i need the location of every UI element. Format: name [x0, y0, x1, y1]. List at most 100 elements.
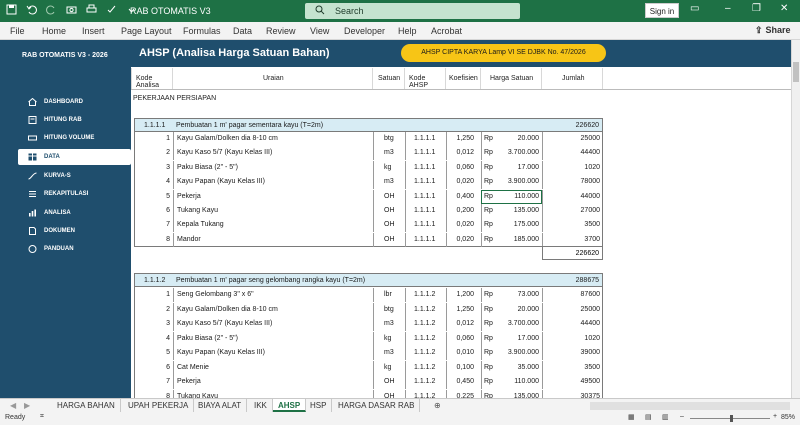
zoom-slider-handle[interactable] [730, 415, 733, 422]
row-unit-price[interactable]: 20.000 [518, 135, 539, 142]
row-number[interactable]: 7 [166, 221, 170, 228]
row-unit-price[interactable]: 175.000 [514, 221, 539, 228]
row-currency[interactable]: Rp [484, 149, 493, 156]
table-row[interactable]: 2 Kayu Kaso 5/7 (Kayu Kelas III) m3 1.1.1.1… [134, 146, 603, 161]
row-description[interactable]: Kepala Tukang [177, 221, 224, 228]
row-coefficient[interactable]: 1,250 [456, 306, 474, 313]
row-coefficient[interactable]: 0,400 [456, 193, 474, 200]
undo-icon[interactable] [26, 4, 38, 16]
row-number[interactable]: 4 [166, 335, 170, 342]
row-unit[interactable]: OH [384, 207, 395, 214]
row-coefficient[interactable]: 0,020 [456, 178, 474, 185]
tab-data[interactable]: Data [233, 26, 252, 36]
row-unit[interactable]: m3 [384, 149, 394, 156]
row-amount[interactable]: 49500 [581, 378, 600, 385]
zoom-level[interactable]: 85% [781, 414, 795, 421]
tab-view[interactable]: View [310, 26, 329, 36]
row-number[interactable]: 1 [166, 135, 170, 142]
row-unit-price[interactable]: 135.000 [514, 207, 539, 214]
row-ahsp-code[interactable]: 1.1.1.1 [414, 236, 435, 243]
row-coefficient[interactable]: 0,450 [456, 378, 474, 385]
row-currency[interactable]: Rp [484, 178, 493, 185]
sign-in-button[interactable]: Sign in [645, 3, 679, 18]
row-amount[interactable]: 39000 [581, 349, 600, 356]
page-break-view-icon[interactable]: ▥ [662, 413, 669, 421]
sidebar-item-analisa[interactable]: ANALISA [18, 205, 131, 221]
row-number[interactable]: 2 [166, 149, 170, 156]
sidebar-item-data[interactable]: DATA [18, 149, 131, 165]
tab-home[interactable]: Home [42, 26, 66, 36]
tab-developer[interactable]: Developer [344, 26, 385, 36]
add-sheet-icon[interactable]: ⊕ [434, 401, 441, 410]
group-total[interactable]: 226620 [542, 246, 603, 260]
sidebar-item-panduan[interactable]: PANDUAN [18, 241, 131, 257]
tab-formulas[interactable]: Formulas [183, 26, 221, 36]
sheet-tab-harga-dasar-rab[interactable]: HARGA DASAR RAB [333, 399, 421, 412]
row-amount[interactable]: 3700 [584, 236, 600, 243]
analysis-group-header[interactable]: 1.1.1.1 Pembuatan 1 m' pagar sementara k… [134, 118, 603, 132]
row-amount[interactable]: 78000 [581, 178, 600, 185]
row-description[interactable]: Mandor [177, 236, 201, 243]
row-description[interactable]: Pekerja [177, 193, 201, 200]
row-coefficient[interactable]: 0,060 [456, 335, 474, 342]
row-ahsp-code[interactable]: 1.1.1.2 [414, 306, 435, 313]
row-currency[interactable]: Rp [484, 236, 493, 243]
tab-acrobat[interactable]: Acrobat [431, 26, 462, 36]
row-unit[interactable]: lbr [384, 291, 392, 298]
table-row[interactable]: 6 Cat Menie kg 1.1.1.2 0,100 Rp 35.000 3500 [134, 360, 603, 375]
spellcheck-icon[interactable] [106, 4, 118, 16]
row-currency[interactable]: Rp [484, 291, 493, 298]
tab-page-layout[interactable]: Page Layout [121, 26, 172, 36]
row-unit-price[interactable]: 3.700.000 [508, 149, 539, 156]
row-coefficient[interactable]: 0,010 [456, 349, 474, 356]
row-ahsp-code[interactable]: 1.1.1.1 [414, 207, 435, 214]
redo-icon[interactable] [46, 4, 58, 16]
table-row[interactable]: 3 Paku Biasa (2" - 5") kg 1.1.1.1 0,060 Rp 17.… [134, 160, 603, 175]
row-unit[interactable]: m3 [384, 349, 394, 356]
page-layout-view-icon[interactable]: ▤ [645, 413, 652, 421]
share-button[interactable]: ⇪ Share [755, 25, 794, 36]
ribbon-display-icon[interactable]: ▭ [690, 3, 699, 14]
row-currency[interactable]: Rp [484, 135, 493, 142]
row-unit-price[interactable]: 17.000 [518, 335, 539, 342]
table-row[interactable]: 7 Kepala Tukang OH 1.1.1.1 0,020 Rp 175.000 350… [134, 218, 603, 233]
sheet-tab-harga-bahan[interactable]: HARGA BAHAN [52, 399, 121, 412]
zoom-out-icon[interactable]: – [680, 413, 684, 420]
row-unit[interactable]: m3 [384, 178, 394, 185]
table-row[interactable]: 6 Tukang Kayu OH 1.1.1.1 0,200 Rp 135.000 27000 [134, 204, 603, 218]
row-number[interactable]: 2 [166, 306, 170, 313]
row-currency[interactable]: Rp [484, 306, 493, 313]
vertical-scrollbar[interactable] [791, 40, 800, 398]
row-description[interactable]: Tukang Kayu [177, 207, 218, 214]
row-ahsp-code[interactable]: 1.1.1.2 [414, 364, 435, 371]
row-unit-price[interactable]: 20.000 [518, 306, 539, 313]
row-currency[interactable]: Rp [484, 221, 493, 228]
row-ahsp-code[interactable]: 1.1.1.1 [414, 149, 435, 156]
row-amount[interactable]: 87600 [581, 291, 600, 298]
row-number[interactable]: 6 [166, 207, 170, 214]
accessibility-icon[interactable]: ⌗ [40, 413, 44, 421]
row-number[interactable]: 8 [166, 236, 170, 243]
row-unit[interactable]: kg [384, 164, 391, 171]
row-ahsp-code[interactable]: 1.1.1.1 [414, 193, 435, 200]
sheet-tab-upah-pekerja[interactable]: UPAH PEKERJA [123, 399, 195, 412]
tab-review[interactable]: Review [266, 26, 296, 36]
table-row[interactable]: 4 Kayu Papan (Kayu Kelas III) m3 1.1.1.1 0,0… [134, 175, 603, 190]
row-amount[interactable]: 1020 [584, 335, 600, 342]
row-ahsp-code[interactable]: 1.1.1.1 [414, 178, 435, 185]
print-icon[interactable] [86, 4, 98, 16]
row-unit[interactable]: btg [384, 135, 394, 142]
prev-sheet-icon[interactable]: ◀ [10, 401, 16, 410]
row-description[interactable]: Paku Biasa (2" - 5") [177, 164, 238, 171]
row-amount[interactable]: 27000 [581, 207, 600, 214]
tab-insert[interactable]: Insert [82, 26, 105, 36]
row-unit-price[interactable]: 3.900.000 [508, 178, 539, 185]
row-unit-price[interactable]: 17.000 [518, 164, 539, 171]
row-ahsp-code[interactable]: 1.1.1.2 [414, 349, 435, 356]
row-coefficient[interactable]: 0,020 [456, 236, 474, 243]
row-description[interactable]: Kayu Papan (Kayu Kelas III) [177, 349, 265, 356]
table-row[interactable]: 4 Paku Biasa (2" - 5") kg 1.1.1.2 0,060 Rp 17.… [134, 331, 603, 346]
row-description[interactable]: Kayu Galam/Dolken dia 8-10 cm [177, 135, 278, 142]
row-coefficient[interactable]: 0,012 [456, 320, 474, 327]
row-ahsp-code[interactable]: 1.1.1.2 [414, 378, 435, 385]
